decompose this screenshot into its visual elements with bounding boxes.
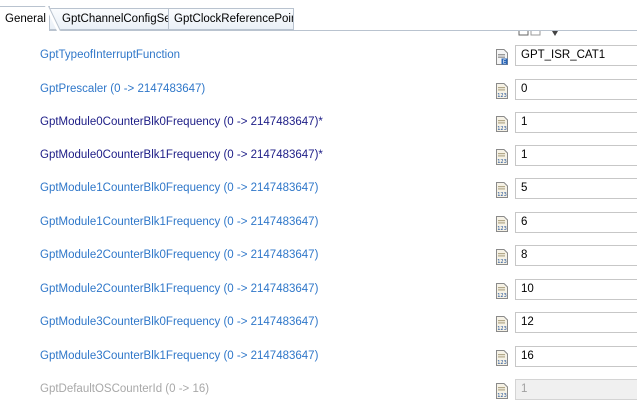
parameter-value-field: 1 (515, 379, 637, 400)
parameter-label: GptDefaultOSCounterId (0 -> 16) (40, 383, 210, 395)
parameter-value-field[interactable]: 1 (515, 145, 637, 166)
svg-text:123: 123 (497, 159, 507, 165)
parameter-row: GptModule0CounterBlk0Frequency (0 -> 214… (0, 107, 637, 140)
parameter-value-field[interactable]: 8 (515, 245, 637, 266)
enum-parameter-icon: E (496, 49, 508, 65)
parameter-row: GptDefaultOSCounterId (0 -> 16) 123 1 (0, 374, 637, 407)
svg-text:123: 123 (497, 393, 507, 399)
general-parameters-panel: GptTypeofInterruptFunction E GPT_ISR_CAT1 G… (0, 31, 637, 400)
integer-parameter-icon: 123 (496, 83, 508, 99)
parameter-label[interactable]: GptModule2CounterBlk0Frequency (0 -> 214… (40, 247, 318, 263)
integer-parameter-icon: 123 (496, 383, 508, 399)
parameter-value-field[interactable]: GPT_ISR_CAT1 (515, 45, 637, 66)
toolbar-icons (518, 31, 558, 36)
parameter-label[interactable]: GptModule3CounterBlk1Frequency (0 -> 214… (40, 348, 318, 364)
parameter-label[interactable]: GptModule1CounterBlk1Frequency (0 -> 214… (40, 214, 318, 230)
tab-gpt-clock-reference-point[interactable]: GptClockReferencePoint (168, 8, 294, 30)
integer-parameter-icon: 123 (496, 316, 508, 332)
parameter-row: GptModule1CounterBlk1Frequency (0 -> 214… (0, 207, 637, 240)
tab-general[interactable]: General (0, 6, 50, 31)
svg-text:123: 123 (497, 126, 507, 132)
parameter-value-field[interactable]: 6 (515, 212, 637, 233)
parameter-label[interactable]: GptPrescaler (0 -> 2147483647) (40, 81, 205, 97)
svg-text:E: E (503, 60, 507, 65)
svg-text:123: 123 (497, 93, 507, 99)
parameter-row: GptModule2CounterBlk1Frequency (0 -> 214… (0, 274, 637, 307)
svg-text:123: 123 (497, 360, 507, 366)
parameter-value-field[interactable]: 1 (515, 112, 637, 133)
parameter-label: GptModule0CounterBlk0Frequency (0 -> 214… (40, 116, 323, 128)
integer-parameter-icon: 123 (496, 249, 508, 265)
tab-separator (45, 6, 61, 31)
svg-text:123: 123 (497, 326, 507, 332)
parameter-row: GptPrescaler (0 -> 2147483647) 123 0 (0, 74, 637, 107)
integer-parameter-icon: 123 (496, 216, 508, 232)
parameter-label[interactable]: GptModule1CounterBlk0Frequency (0 -> 214… (40, 180, 318, 196)
parameter-value-field[interactable]: 5 (515, 178, 637, 199)
parameter-value-field[interactable]: 10 (515, 279, 637, 300)
svg-text:123: 123 (497, 192, 507, 198)
integer-parameter-icon: 123 (496, 350, 508, 366)
svg-text:123: 123 (497, 226, 507, 232)
parameter-label[interactable]: GptModule2CounterBlk1Frequency (0 -> 214… (40, 281, 318, 297)
parameter-label: GptModule0CounterBlk1Frequency (0 -> 214… (40, 149, 323, 161)
integer-parameter-icon: 123 (496, 283, 508, 299)
svg-text:123: 123 (497, 293, 507, 299)
parameter-row: GptModule2CounterBlk0Frequency (0 -> 214… (0, 240, 637, 273)
parameter-row: GptModule3CounterBlk0Frequency (0 -> 214… (0, 307, 637, 340)
editor-tab-bar: General GptChannelConfigSet GptClockRefe… (0, 0, 637, 31)
parameter-row: GptModule3CounterBlk1Frequency (0 -> 214… (0, 341, 637, 374)
parameter-value-field[interactable]: 16 (515, 346, 637, 367)
parameter-label[interactable]: GptModule3CounterBlk0Frequency (0 -> 214… (40, 314, 318, 330)
parameter-value-field[interactable]: 12 (515, 312, 637, 333)
integer-parameter-icon: 123 (496, 116, 508, 132)
parameter-label[interactable]: GptTypeofInterruptFunction (40, 47, 180, 63)
parameter-row: GptModule1CounterBlk0Frequency (0 -> 214… (0, 173, 637, 206)
parameter-row: GptModule0CounterBlk1Frequency (0 -> 214… (0, 140, 637, 173)
integer-parameter-icon: 123 (496, 149, 508, 165)
svg-text:123: 123 (497, 259, 507, 265)
tab-gpt-channel-config-set[interactable]: GptChannelConfigSet (48, 8, 169, 30)
parameter-value-field[interactable]: 0 (515, 79, 637, 100)
parameter-row: GptTypeofInterruptFunction E GPT_ISR_CAT1 (0, 40, 637, 73)
integer-parameter-icon: 123 (496, 182, 508, 198)
